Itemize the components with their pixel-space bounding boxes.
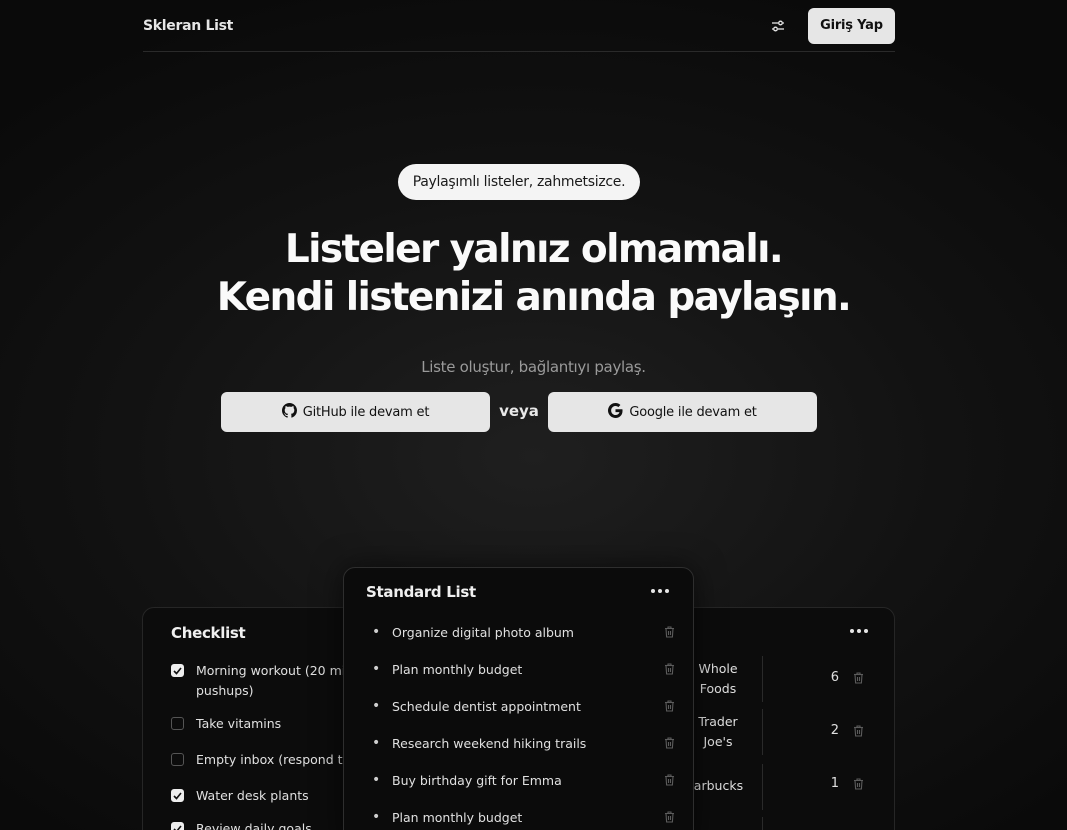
list-item[interactable]: • Buy birthday gift for Emma: [366, 770, 676, 790]
bullet-icon: •: [372, 772, 381, 788]
github-login-label: GitHub ile devam et: [302, 404, 430, 420]
checklist-item-label: Take vitamins: [196, 716, 282, 731]
check-icon: [173, 791, 182, 800]
checkbox[interactable]: [171, 753, 184, 766]
login-button[interactable]: Giriş Yap: [808, 7, 895, 44]
list-item[interactable]: • Schedule dentist appointment: [366, 696, 676, 716]
google-login-button[interactable]: Google ile devam et: [548, 392, 817, 432]
counter-item-count: 6: [830, 670, 839, 685]
checklist-item-label-line2: pushups): [196, 683, 254, 698]
list-item[interactable]: • Plan monthly budget: [366, 807, 676, 827]
list-item-label: Research weekend hiking trails: [392, 735, 587, 751]
more-dots-icon[interactable]: [850, 628, 868, 634]
google-login-label: Google ile devam et: [629, 404, 757, 420]
checklist-item-label: Review daily goals: [196, 821, 312, 830]
checklist-item-label-line1: Morning workout (20 min s: [196, 663, 364, 678]
check-icon: [173, 824, 182, 830]
checklist-item-label: Water desk plants: [196, 788, 309, 803]
checklist-item[interactable]: Empty inbox (respond to u: [171, 750, 362, 770]
sliders-icon[interactable]: [768, 16, 788, 36]
trash-icon[interactable]: [662, 736, 676, 750]
counter-item-count: 1: [830, 776, 839, 791]
top-navbar: Skleran List Giriş Yap: [143, 0, 895, 52]
trash-icon[interactable]: [662, 810, 676, 824]
counter-item-name-line2: Foods: [699, 681, 737, 696]
checkbox[interactable]: [171, 664, 184, 677]
divider: [762, 817, 763, 830]
google-icon: [608, 402, 623, 422]
checklist-title: Checklist: [171, 624, 246, 642]
hero-title-line2: Kendi listenizi anında paylaşın.: [216, 275, 852, 320]
trash-icon[interactable]: [851, 724, 865, 738]
trash-icon[interactable]: [662, 699, 676, 713]
checkbox[interactable]: [171, 717, 184, 730]
github-icon: [281, 402, 297, 422]
trash-icon[interactable]: [851, 777, 865, 791]
trash-icon[interactable]: [851, 671, 865, 685]
brand-logo-text[interactable]: Skleran List: [143, 18, 233, 34]
or-separator: veya: [499, 402, 539, 420]
list-item-label: Buy birthday gift for Emma: [392, 772, 562, 788]
list-item[interactable]: • Research weekend hiking trails: [366, 733, 676, 753]
checklist-item-label: Morning workout (20 min s pushups): [196, 661, 364, 701]
checklist-item[interactable]: Take vitamins: [171, 714, 281, 734]
list-item-label: Plan monthly budget: [392, 809, 523, 825]
more-dots-icon[interactable]: [651, 588, 669, 594]
counter-item-count: 2: [830, 723, 839, 738]
divider: [762, 709, 763, 755]
checklist-item[interactable]: Review daily goals: [171, 819, 312, 830]
checklist-item[interactable]: Morning workout (20 min s pushups): [171, 661, 364, 701]
list-item-label: Organize digital photo album: [392, 624, 574, 640]
trash-icon[interactable]: [662, 662, 676, 676]
divider: [762, 764, 763, 810]
counter-item-name: Trader Joe's: [688, 712, 748, 752]
hero-badge: Paylaşımlı listeler, zahmetsizce.: [398, 164, 640, 200]
check-icon: [173, 666, 182, 675]
bullet-icon: •: [372, 661, 381, 677]
hero-subtitle: Liste oluştur, bağlantıyı paylaş.: [421, 358, 646, 376]
header-actions: Giriş Yap: [768, 7, 895, 44]
list-item[interactable]: • Organize digital photo album: [366, 622, 676, 642]
checklist-item[interactable]: Water desk plants: [171, 786, 309, 806]
hero-title-line1: Listeler yalnız olmamalı.: [284, 227, 784, 272]
checklist-item-label: Empty inbox (respond to u: [196, 752, 363, 767]
standard-list-title: Standard List: [366, 583, 476, 601]
bullet-icon: •: [372, 735, 381, 751]
counter-item-name-line1: Trader: [698, 714, 738, 729]
checkbox[interactable]: [171, 789, 184, 802]
bullet-icon: •: [372, 698, 381, 714]
list-item-label: Plan monthly budget: [392, 661, 523, 677]
counter-item-name: Whole Foods: [688, 659, 748, 699]
preview-card-standard-list: Standard List • Organize digital photo a…: [343, 567, 694, 830]
github-login-button[interactable]: GitHub ile devam et: [221, 392, 490, 432]
divider: [762, 656, 763, 702]
list-item[interactable]: • Plan monthly budget: [366, 659, 676, 679]
trash-icon[interactable]: [662, 625, 676, 639]
bullet-icon: •: [372, 624, 381, 640]
list-item-label: Schedule dentist appointment: [392, 698, 581, 714]
hero-title: Listeler yalnız olmamalı. Kendi listeniz…: [100, 226, 967, 322]
bullet-icon: •: [372, 809, 381, 825]
trash-icon[interactable]: [662, 773, 676, 787]
checkbox[interactable]: [171, 822, 184, 830]
counter-item-name-line1: Whole: [698, 661, 738, 676]
counter-item-name-line2: Joe's: [703, 734, 733, 749]
